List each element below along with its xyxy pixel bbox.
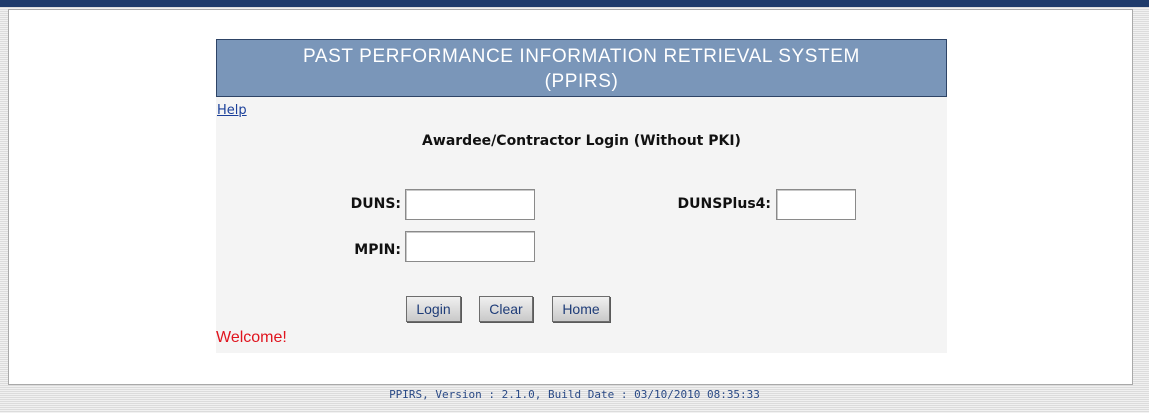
- title-line-1: PAST PERFORMANCE INFORMATION RETRIEVAL S…: [303, 46, 860, 67]
- duns-label: DUNS:: [350, 196, 401, 212]
- content-frame: PAST PERFORMANCE INFORMATION RETRIEVAL S…: [8, 9, 1133, 385]
- login-panel: PAST PERFORMANCE INFORMATION RETRIEVAL S…: [216, 39, 947, 353]
- clear-button[interactable]: Clear: [479, 296, 533, 322]
- window-top-band: [0, 0, 1149, 7]
- dunsplus4-input[interactable]: [776, 189, 856, 220]
- dunsplus4-label: DUNSPlus4:: [677, 196, 772, 212]
- login-button[interactable]: Login: [406, 296, 461, 322]
- duns-input[interactable]: [405, 189, 535, 220]
- help-link[interactable]: Help: [217, 103, 247, 118]
- page-title: PAST PERFORMANCE INFORMATION RETRIEVAL S…: [216, 39, 947, 97]
- title-line-2: (PPIRS): [544, 71, 619, 92]
- mpin-input[interactable]: [405, 231, 535, 262]
- status-message: Welcome!: [216, 329, 287, 346]
- version-footer: PPIRS, Version : 2.1.0, Build Date : 03/…: [389, 388, 760, 401]
- form-subtitle: Awardee/Contractor Login (Without PKI): [422, 133, 741, 149]
- mpin-label: MPIN:: [354, 242, 401, 258]
- home-button[interactable]: Home: [552, 296, 610, 322]
